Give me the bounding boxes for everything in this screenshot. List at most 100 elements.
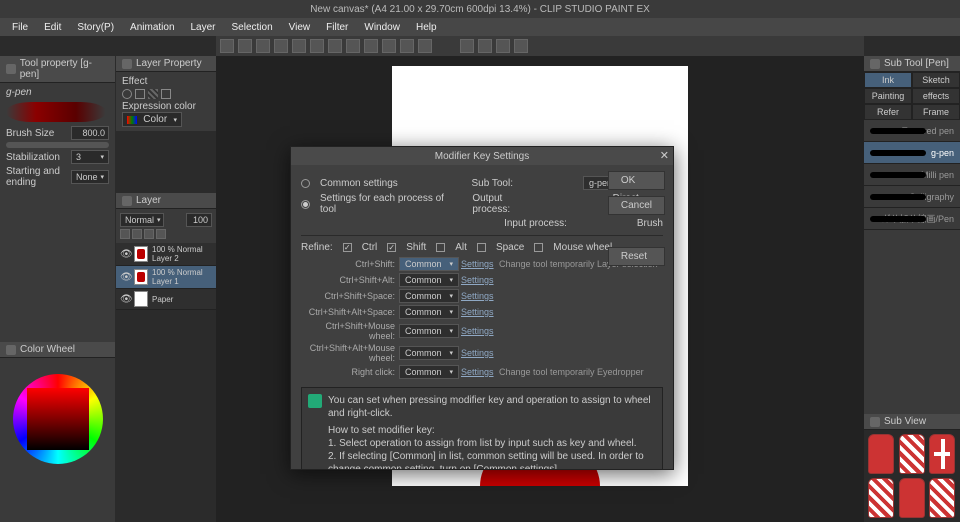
settings-icon[interactable]	[514, 39, 528, 53]
flip-icon[interactable]	[418, 39, 432, 53]
cancel-button[interactable]: Cancel	[608, 196, 665, 215]
menu-selection[interactable]: Selection	[224, 20, 281, 35]
eye-icon[interactable]: 👁	[120, 294, 130, 305]
nail-thumb	[868, 434, 894, 474]
mod-row-dropdown[interactable]: Common	[399, 273, 459, 287]
common-settings-radio[interactable]	[301, 179, 310, 188]
rotate-icon[interactable]	[400, 39, 414, 53]
layer-property-header[interactable]: Layer Property	[116, 56, 216, 72]
zoom-icon[interactable]	[382, 39, 396, 53]
brush-size-slider[interactable]	[6, 142, 109, 148]
mod-row-dropdown[interactable]: Common	[399, 257, 459, 271]
subview-icon	[870, 417, 880, 427]
tab-painting[interactable]: Painting	[864, 88, 912, 104]
mod-row-dropdown[interactable]: Common	[399, 289, 459, 303]
delete-icon[interactable]	[310, 39, 324, 53]
mod-row-settings[interactable]: Settings	[461, 367, 495, 377]
subtool-item[interactable]: g-pen	[864, 142, 960, 164]
subview-header[interactable]: Sub View	[864, 414, 960, 430]
layer-opacity-input[interactable]: 100	[186, 213, 212, 227]
right-panels: Sub Tool [Pen] Ink Sketch Painting effec…	[864, 56, 960, 522]
blend-mode-dropdown[interactable]: Normal	[120, 213, 164, 227]
mod-row-dropdown[interactable]: Common	[399, 346, 459, 360]
mod-row-settings[interactable]: Settings	[461, 307, 495, 317]
tone-effect-icon[interactable]	[135, 89, 145, 99]
subtool-item[interactable]: Calligraphy	[864, 186, 960, 208]
clip-icon[interactable]	[132, 229, 142, 239]
extract-effect-icon[interactable]	[161, 89, 171, 99]
nail-thumb	[929, 478, 955, 518]
menu-filter[interactable]: Filter	[318, 20, 356, 35]
mod-row-dropdown[interactable]: Common	[399, 365, 459, 379]
transform-icon[interactable]	[346, 39, 360, 53]
menu-file[interactable]: File	[4, 20, 36, 35]
lock-icon[interactable]	[120, 229, 130, 239]
effect-label: Effect	[122, 76, 210, 87]
layer-panel-header[interactable]: Layer	[116, 193, 216, 209]
tab-sketch[interactable]: Sketch	[912, 72, 960, 88]
redo-icon[interactable]	[292, 39, 306, 53]
mod-row-dropdown[interactable]: Common	[399, 324, 459, 338]
draft-icon[interactable]	[156, 229, 166, 239]
border-effect-icon[interactable]	[122, 89, 132, 99]
menu-story[interactable]: Story(P)	[69, 20, 122, 35]
select-icon[interactable]	[328, 39, 342, 53]
rgb-icon	[127, 116, 137, 124]
tab-ink[interactable]: Ink	[864, 72, 912, 88]
layer-item[interactable]: 👁 100 % Normal Layer 1	[116, 266, 216, 289]
reset-button[interactable]: Reset	[608, 247, 665, 266]
mod-row-dropdown[interactable]: Common	[399, 305, 459, 319]
expression-dropdown[interactable]: Color	[122, 112, 182, 127]
menu-edit[interactable]: Edit	[36, 20, 69, 35]
ref-icon[interactable]	[144, 229, 154, 239]
ruler-icon[interactable]	[460, 39, 474, 53]
move-icon[interactable]	[364, 39, 378, 53]
mod-row-settings[interactable]: Settings	[461, 259, 495, 269]
dialog-titlebar[interactable]: Modifier Key Settings ✕	[291, 147, 673, 165]
color-wheel-header[interactable]: Color Wheel	[0, 342, 115, 358]
pattern-effect-icon[interactable]	[148, 89, 158, 99]
tab-frame[interactable]: Frame	[912, 104, 960, 120]
eye-icon[interactable]: 👁	[120, 249, 130, 260]
ok-button[interactable]: OK	[608, 171, 665, 190]
layer-item[interactable]: 👁 100 % Normal Layer 2	[116, 243, 216, 266]
close-icon[interactable]: ✕	[660, 149, 669, 162]
mod-row-settings[interactable]: Settings	[461, 348, 495, 358]
subtool-item[interactable]: Textured pen	[864, 120, 960, 142]
open-icon[interactable]	[238, 39, 252, 53]
menu-view[interactable]: View	[281, 20, 319, 35]
alt-checkbox[interactable]	[436, 243, 445, 252]
ctrl-checkbox[interactable]: ✓	[343, 243, 352, 252]
mod-row-settings[interactable]: Settings	[461, 326, 495, 336]
color-wheel-panel: Color Wheel	[0, 342, 115, 522]
subtool-item[interactable]: Milli pen	[864, 164, 960, 186]
menu-help[interactable]: Help	[408, 20, 445, 35]
tool-property-header[interactable]: Tool property [g-pen]	[0, 56, 115, 83]
expression-label: Expression color	[122, 101, 210, 112]
shift-checkbox[interactable]: ✓	[387, 243, 396, 252]
brush-size-input[interactable]: 800.0	[71, 126, 109, 140]
new-icon[interactable]	[220, 39, 234, 53]
subview-grid[interactable]	[864, 430, 960, 522]
tab-effects[interactable]: effects	[912, 88, 960, 104]
stabilization-dropdown[interactable]: 3	[71, 150, 109, 164]
color-wheel[interactable]	[13, 374, 103, 464]
tab-refer[interactable]: Refer	[864, 104, 912, 120]
per-tool-radio[interactable]	[301, 200, 310, 209]
undo-icon[interactable]	[274, 39, 288, 53]
eye-icon[interactable]: 👁	[120, 272, 130, 283]
start-end-dropdown[interactable]: None	[71, 170, 109, 184]
subtool-item[interactable]: ガサ加サ線画/Pen	[864, 208, 960, 230]
save-icon[interactable]	[256, 39, 270, 53]
layer-item[interactable]: 👁 Paper	[116, 289, 216, 310]
space-checkbox[interactable]	[477, 243, 486, 252]
grid-icon[interactable]	[478, 39, 492, 53]
mod-row-settings[interactable]: Settings	[461, 291, 495, 301]
menu-window[interactable]: Window	[356, 20, 408, 35]
mod-row-settings[interactable]: Settings	[461, 275, 495, 285]
menu-layer[interactable]: Layer	[183, 20, 224, 35]
snap-icon[interactable]	[496, 39, 510, 53]
wheel-checkbox[interactable]	[534, 243, 543, 252]
subtool-header[interactable]: Sub Tool [Pen]	[864, 56, 960, 72]
menu-animation[interactable]: Animation	[122, 20, 182, 35]
